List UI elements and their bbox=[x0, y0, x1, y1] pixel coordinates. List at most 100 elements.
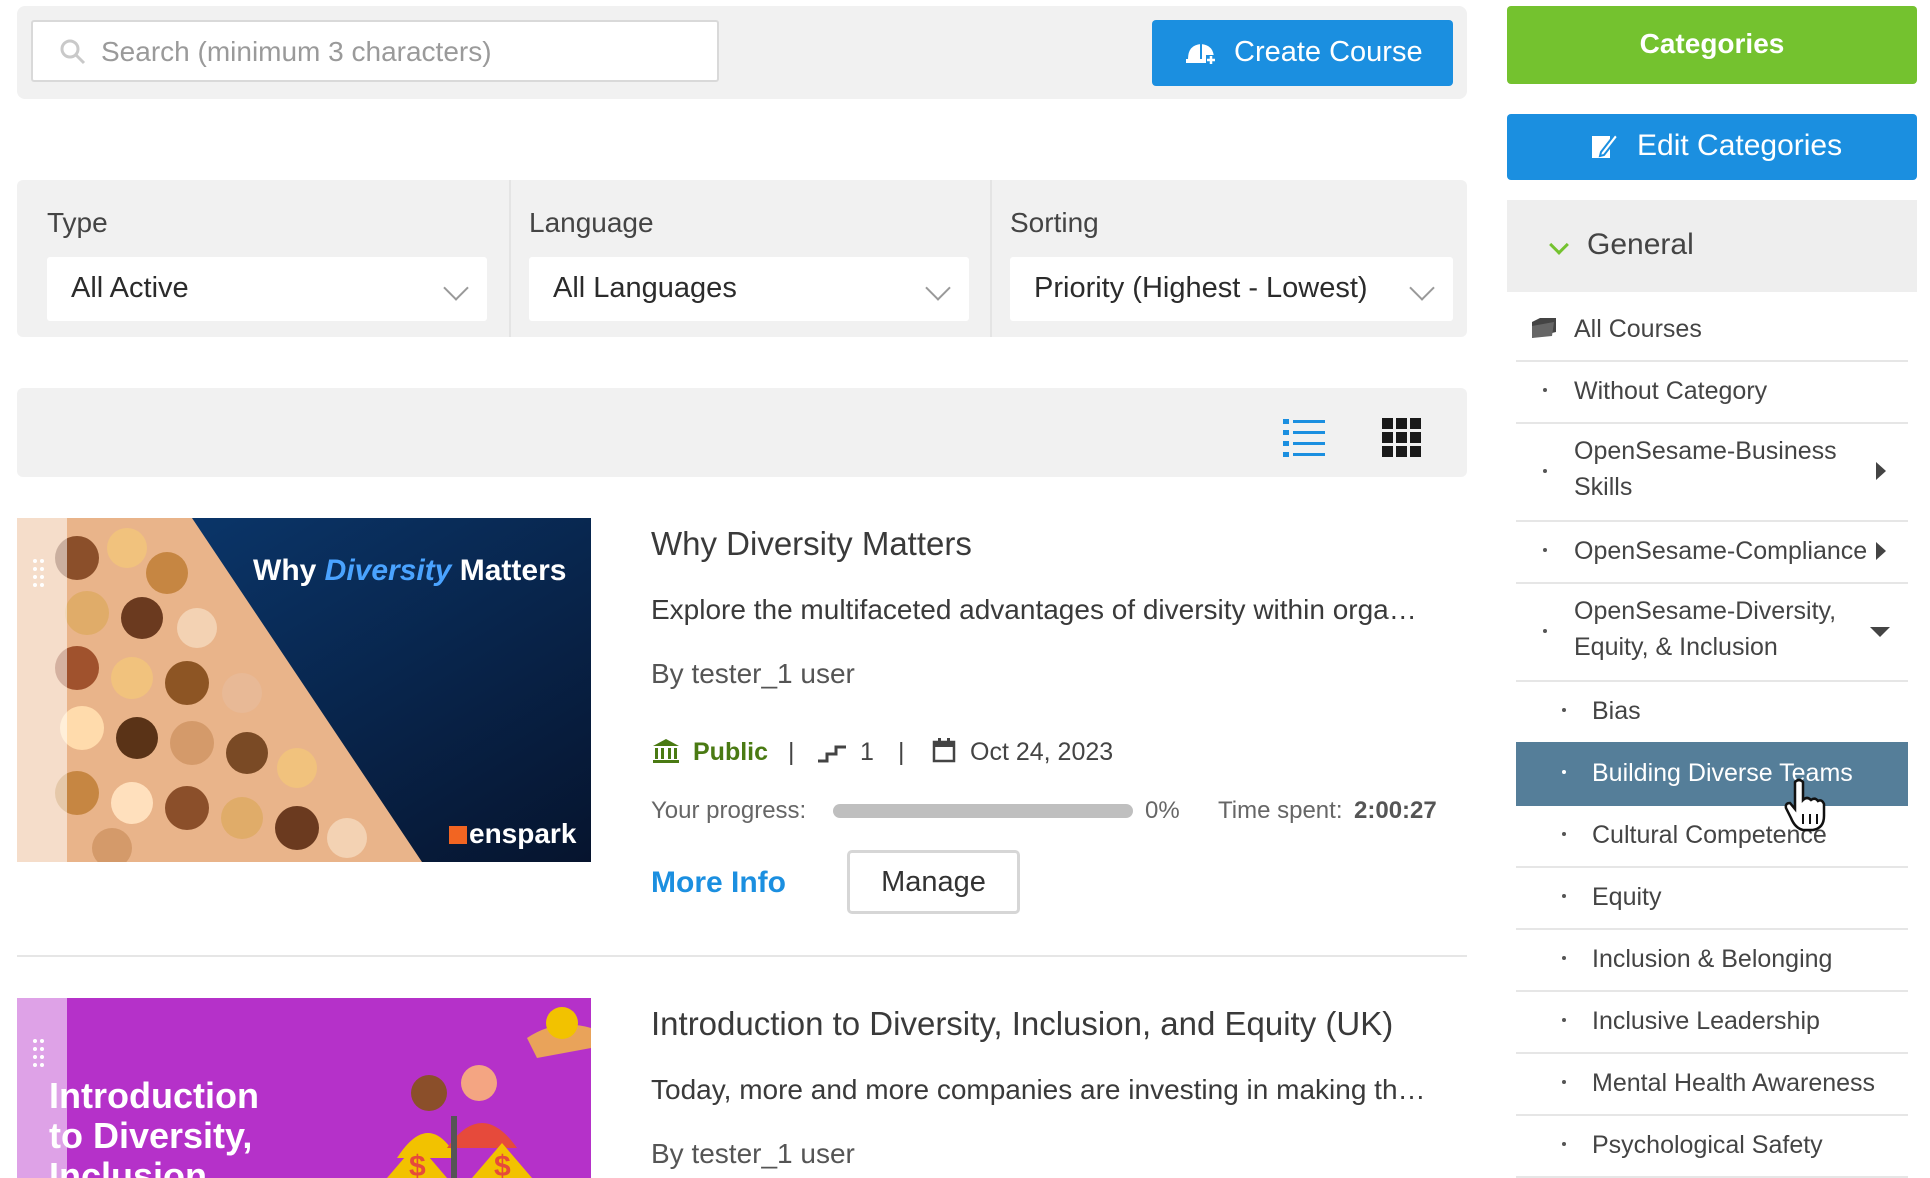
language-select[interactable]: All Languages bbox=[529, 257, 969, 321]
bullet-icon bbox=[1562, 1142, 1566, 1146]
drag-handle[interactable] bbox=[33, 555, 47, 591]
sidebar-item-dei[interactable]: OpenSesame-Diversity, Equity, & Inclusio… bbox=[1516, 582, 1908, 682]
filter-divider bbox=[509, 180, 511, 337]
sorting-select[interactable]: Priority (Highest - Lowest) bbox=[1010, 257, 1453, 321]
sorting-label: Sorting bbox=[1010, 207, 1099, 238]
levels-icon bbox=[818, 745, 846, 763]
sidebar-item-building-diverse-teams[interactable]: Building Diverse Teams bbox=[1516, 742, 1908, 806]
sidebar-item-inclusion-belonging[interactable]: Inclusion & Belonging bbox=[1516, 928, 1908, 992]
bullet-icon bbox=[1562, 956, 1566, 960]
filter-divider bbox=[990, 180, 992, 337]
sidebar-item-label: OpenSesame-Diversity, bbox=[1574, 597, 1837, 625]
type-select[interactable]: All Active bbox=[47, 257, 487, 321]
levels-count: 1 bbox=[860, 738, 874, 766]
bullet-icon bbox=[1562, 832, 1566, 836]
sidebar-item-psychological-safety[interactable]: Psychological Safety bbox=[1516, 1114, 1908, 1178]
chevron-down-icon bbox=[1549, 235, 1569, 255]
sidebar-item-without-category[interactable]: Without Category bbox=[1516, 360, 1908, 424]
sidebar-item-label: Equity, & Inclusion bbox=[1574, 633, 1778, 661]
sidebar-item-bias[interactable]: Bias bbox=[1516, 680, 1908, 744]
course-title[interactable]: Why Diversity Matters bbox=[651, 525, 972, 563]
list-view-icon[interactable] bbox=[1283, 418, 1325, 458]
search-input[interactable]: Search (minimum 3 characters) bbox=[31, 20, 719, 82]
manage-button[interactable]: Manage bbox=[847, 850, 1020, 914]
thumb-line-2: to Diversity, bbox=[49, 1115, 252, 1156]
sidebar-item-label: Skills bbox=[1574, 473, 1633, 501]
sidebar-item-compliance[interactable]: OpenSesame-Compliance bbox=[1516, 520, 1908, 584]
sidebar-item-cultural-competence[interactable]: Cultural Competence bbox=[1516, 804, 1908, 868]
thumb-line-3: Inclusion bbox=[49, 1155, 207, 1178]
time-spent-value: 2:00:27 bbox=[1354, 797, 1437, 824]
bullet-icon bbox=[1543, 388, 1547, 392]
sidebar-item-equity[interactable]: Equity bbox=[1516, 866, 1908, 930]
thumb-title-why: Why bbox=[253, 554, 325, 587]
sidebar-item-all-courses[interactable]: All Courses bbox=[1516, 298, 1908, 362]
course-author: By tester_1 user bbox=[651, 658, 855, 689]
sidebar-item-business-skills[interactable]: OpenSesame-Business Skills bbox=[1516, 422, 1908, 522]
course-description: Today, more and more companies are inves… bbox=[651, 1074, 1426, 1105]
course-author: By tester_1 user bbox=[651, 1138, 855, 1169]
edit-categories-button[interactable]: Edit Categories bbox=[1507, 114, 1917, 180]
sidebar-item-label: Equity bbox=[1592, 883, 1662, 911]
caret-down-icon[interactable] bbox=[1870, 627, 1890, 637]
bullet-icon bbox=[1543, 469, 1547, 473]
type-value: All Active bbox=[71, 272, 189, 304]
bullet-icon bbox=[1543, 548, 1547, 552]
language-value: All Languages bbox=[553, 272, 737, 304]
search-placeholder: Search (minimum 3 characters) bbox=[101, 36, 492, 67]
bullet-icon bbox=[1562, 1080, 1566, 1084]
time-spent-label: Time spent: bbox=[1218, 797, 1343, 824]
course-thumbnail-image: $ $ $ Introduction to Diversity, Inclusi… bbox=[17, 998, 591, 1178]
visibility-status: Public bbox=[693, 738, 769, 766]
search-icon bbox=[60, 39, 86, 65]
sidebar-item-mental-health-awareness[interactable]: Mental Health Awareness bbox=[1516, 1052, 1908, 1116]
course-title[interactable]: Introduction to Diversity, Inclusion, an… bbox=[651, 1005, 1393, 1043]
course-divider bbox=[17, 955, 1467, 957]
view-toggle-bar bbox=[17, 388, 1467, 477]
svg-text:$: $ bbox=[409, 1150, 426, 1178]
sidebar-item-label: All Courses bbox=[1574, 315, 1702, 343]
sidebar-item-label: Mental Health Awareness bbox=[1592, 1069, 1876, 1097]
create-course-label: Create Course bbox=[1234, 36, 1423, 68]
svg-text:$: $ bbox=[47, 998, 65, 1001]
create-course-icon bbox=[1186, 44, 1216, 65]
svg-text:$: $ bbox=[494, 1150, 511, 1178]
language-label: Language bbox=[529, 207, 654, 238]
more-info-link[interactable]: More Info bbox=[651, 866, 786, 900]
thumb-line-1: Introduction bbox=[49, 1075, 259, 1116]
sidebar-item-label: Inclusive Leadership bbox=[1592, 1007, 1820, 1035]
thumb-title-diversity: Diversity bbox=[325, 554, 453, 587]
meta-separator: | bbox=[898, 738, 905, 766]
create-course-button[interactable]: Create Course bbox=[1152, 20, 1453, 86]
sorting-value: Priority (Highest - Lowest) bbox=[1034, 272, 1368, 304]
folder-icon bbox=[1532, 318, 1556, 338]
hand-cursor-icon bbox=[1784, 778, 1826, 832]
category-group-label: General bbox=[1587, 228, 1694, 261]
grid-view-icon[interactable] bbox=[1382, 418, 1422, 458]
drag-handle[interactable] bbox=[33, 1035, 47, 1071]
progress-value: 0% bbox=[1145, 797, 1180, 824]
public-icon bbox=[653, 739, 679, 763]
caret-right-icon[interactable] bbox=[1876, 462, 1886, 480]
course-thumbnail[interactable]: Why Diversity Matters enspark bbox=[17, 518, 591, 862]
course-thumbnail[interactable]: $ $ $ Introduction to Diversity, Inclusi… bbox=[17, 998, 591, 1178]
course-thumbnail-image: Why Diversity Matters enspark bbox=[17, 518, 591, 862]
sidebar-item-inclusive-leadership[interactable]: Inclusive Leadership bbox=[1516, 990, 1908, 1054]
bullet-icon bbox=[1562, 708, 1566, 712]
caret-right-icon[interactable] bbox=[1876, 542, 1886, 560]
meta-separator: | bbox=[788, 738, 795, 766]
categories-button[interactable]: Categories bbox=[1507, 6, 1917, 84]
type-label: Type bbox=[47, 207, 108, 238]
course-date: Oct 24, 2023 bbox=[970, 738, 1114, 766]
bullet-icon bbox=[1562, 770, 1566, 774]
chevron-down-icon bbox=[443, 275, 469, 301]
progress-bar bbox=[833, 804, 1133, 818]
progress-label: Your progress: bbox=[651, 797, 807, 824]
calendar-icon bbox=[932, 738, 956, 763]
thumb-brand: enspark bbox=[469, 818, 577, 849]
category-group-general[interactable]: General bbox=[1507, 200, 1917, 292]
sidebar-item-label: OpenSesame-Compliance bbox=[1574, 537, 1868, 565]
thumb-title-matters: Matters bbox=[451, 554, 566, 587]
chevron-down-icon bbox=[925, 275, 951, 301]
sidebar-item-label: Inclusion & Belonging bbox=[1592, 945, 1833, 973]
